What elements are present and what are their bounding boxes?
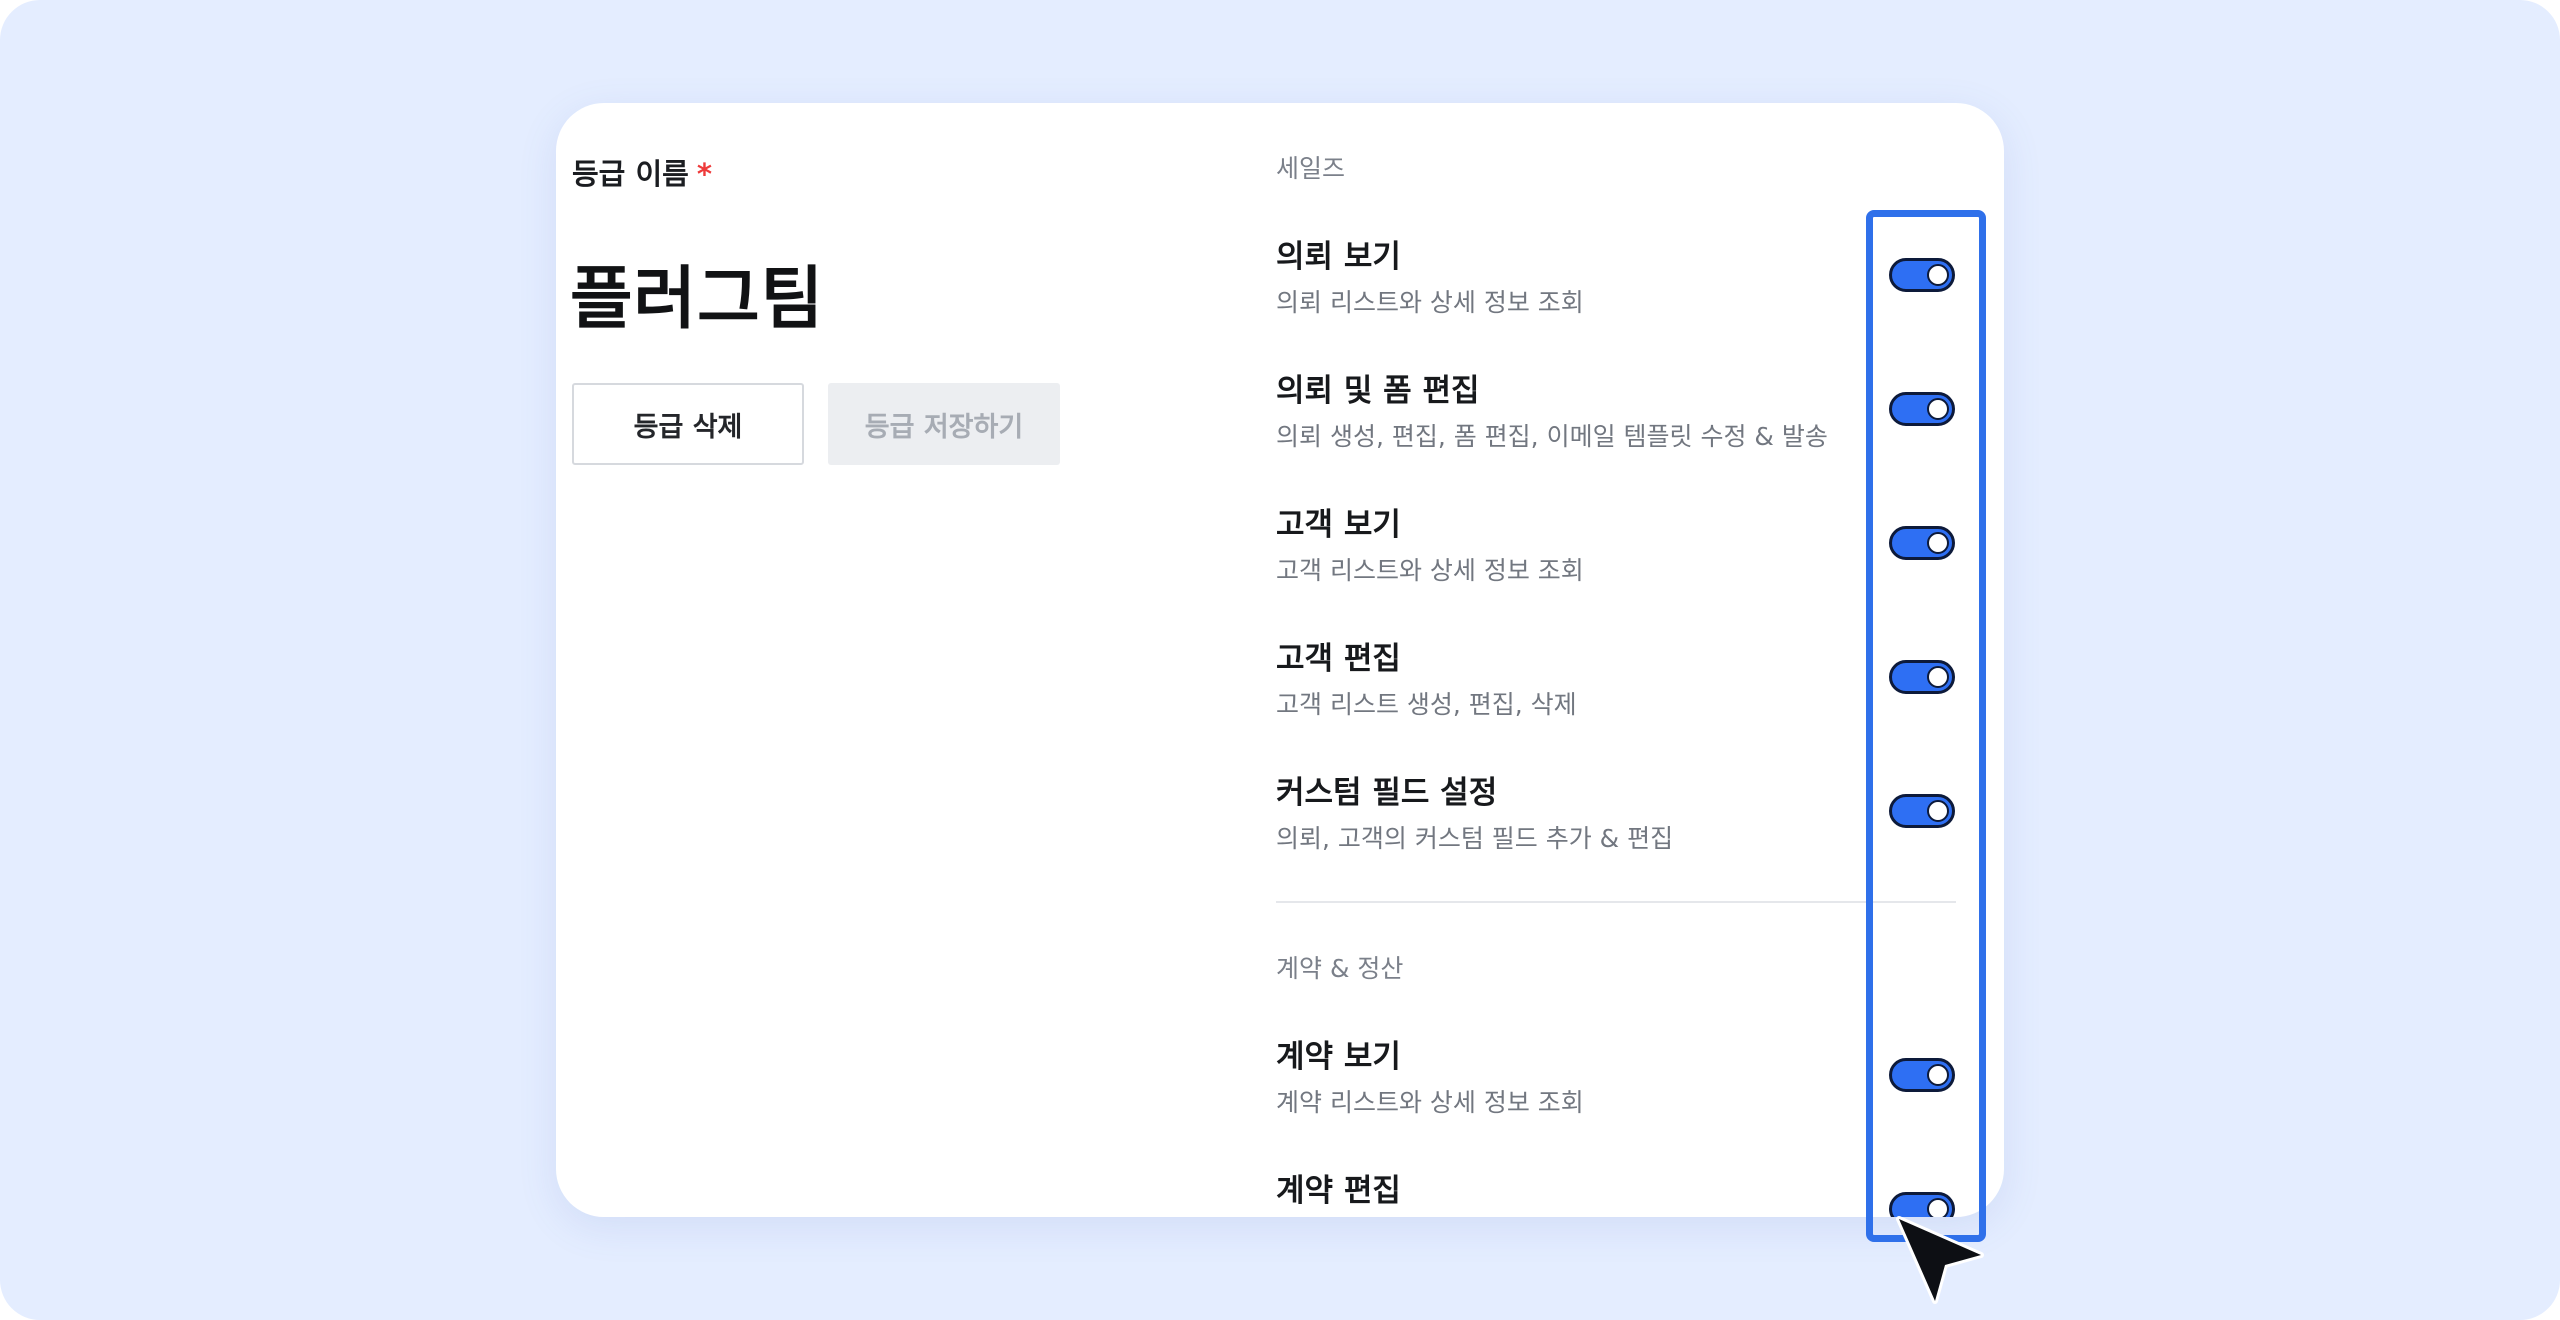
toggle-knob: [1927, 532, 1949, 554]
permission-description: 의뢰 생성, 편집, 폼 편집, 이메일 템플릿 수정 & 발송: [1276, 422, 1828, 451]
permission-name: 고객 보기: [1276, 507, 1401, 543]
permission-toggle[interactable]: [1889, 1058, 1955, 1092]
grade-name-label: 등급 이름 *: [572, 151, 712, 193]
permission-toggle[interactable]: [1889, 1192, 1955, 1217]
grade-name-label-text: 등급 이름: [572, 157, 689, 191]
permission-item: 의뢰 보기 의뢰 리스트와 상세 정보 조회: [1276, 231, 1956, 341]
grade-name-value[interactable]: 플러그팀: [570, 243, 824, 342]
permission-description: 고객 리스트와 상세 정보 조회: [1276, 556, 1584, 585]
permission-toggle[interactable]: [1889, 526, 1955, 560]
toggle-knob: [1927, 264, 1949, 286]
cursor-arrow-icon: [1896, 1216, 1984, 1304]
permission-name: 의뢰 및 폼 편집: [1276, 373, 1480, 409]
permission-name: 커스텀 필드 설정: [1276, 775, 1498, 811]
permission-item: 고객 보기 고객 리스트와 상세 정보 조회: [1276, 499, 1956, 609]
permission-toggle[interactable]: [1889, 392, 1955, 426]
grade-settings-card: 등급 이름 * 플러그팀 등급 삭제 등급 저장하기 세일즈 의뢰 보기 의뢰 리…: [556, 103, 2004, 1217]
permission-name: 고객 편집: [1276, 641, 1401, 677]
permission-item: 고객 편집 고객 리스트 생성, 편집, 삭제: [1276, 633, 1956, 743]
section-title-contracts: 계약 & 정산: [1276, 954, 1404, 983]
permission-list: 세일즈 의뢰 보기 의뢰 리스트와 상세 정보 조회 의뢰 및 폼 편집 의뢰 …: [1276, 103, 1996, 1217]
save-grade-button[interactable]: 등급 저장하기: [828, 383, 1060, 465]
permission-item: 커스텀 필드 설정 의뢰, 고객의 커스텀 필드 추가 & 편집: [1276, 767, 1956, 877]
permission-toggle[interactable]: [1889, 660, 1955, 694]
permission-item: 의뢰 및 폼 편집 의뢰 생성, 편집, 폼 편집, 이메일 템플릿 수정 & …: [1276, 365, 1956, 475]
permission-name: 계약 보기: [1276, 1039, 1401, 1075]
permission-description: 계약 리스트와 상세 정보 조회: [1276, 1088, 1584, 1117]
permission-toggle[interactable]: [1889, 794, 1955, 828]
permission-item: 계약 편집: [1276, 1165, 1956, 1217]
permission-name: 의뢰 보기: [1276, 239, 1401, 275]
toggle-knob: [1927, 666, 1949, 688]
toggle-knob: [1927, 1064, 1949, 1086]
toggle-knob: [1927, 800, 1949, 822]
toggle-knob: [1927, 398, 1949, 420]
permission-description: 고객 리스트 생성, 편집, 삭제: [1276, 690, 1577, 719]
required-mark: *: [696, 157, 712, 191]
section-divider: [1276, 901, 1956, 903]
section-title-sales: 세일즈: [1276, 154, 1346, 183]
permission-description: 의뢰 리스트와 상세 정보 조회: [1276, 288, 1584, 317]
permission-description: 의뢰, 고객의 커스텀 필드 추가 & 편집: [1276, 824, 1674, 853]
permission-item: 계약 보기 계약 리스트와 상세 정보 조회: [1276, 1031, 1956, 1141]
permission-toggle[interactable]: [1889, 258, 1955, 292]
permission-name: 계약 편집: [1276, 1173, 1401, 1209]
delete-grade-button[interactable]: 등급 삭제: [572, 383, 804, 465]
